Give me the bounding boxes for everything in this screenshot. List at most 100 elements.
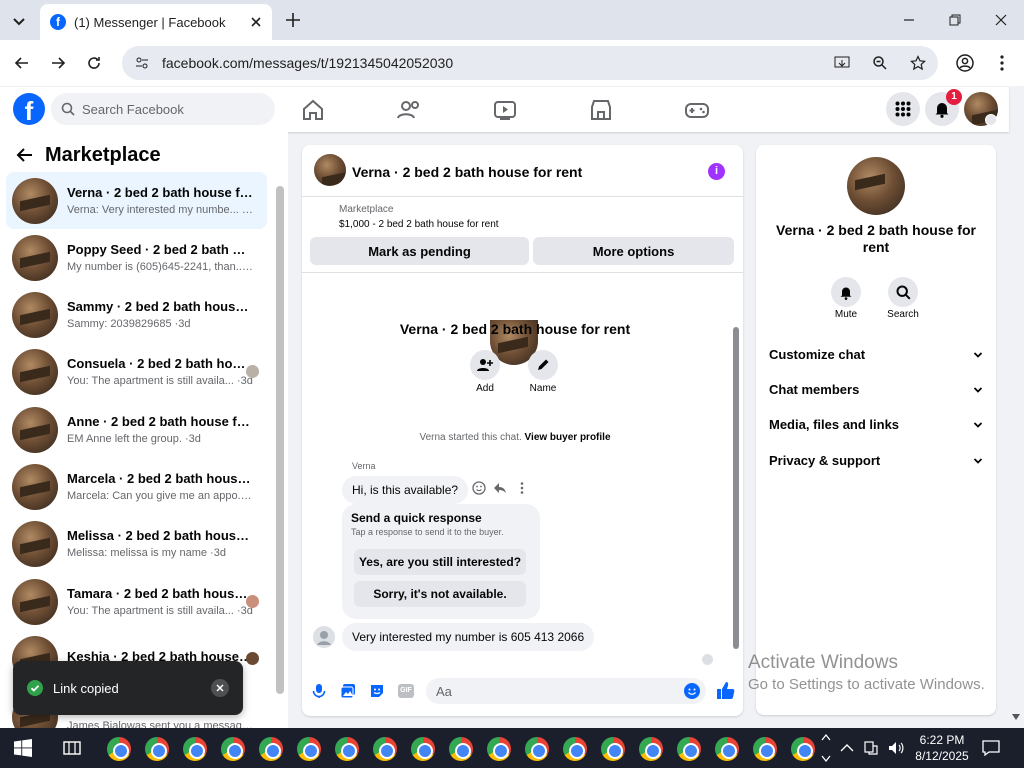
chrome-taskbar-icon[interactable] <box>297 737 321 761</box>
conversation-item[interactable]: Anne · 2 bed 2 bath house for r... EM Ann… <box>6 401 267 458</box>
menu-button[interactable] <box>886 92 920 126</box>
windows-start-icon[interactable] <box>14 739 32 757</box>
chrome-taskbar-icon[interactable] <box>335 737 359 761</box>
react-emoji-icon[interactable] <box>472 481 486 495</box>
tab-search-button[interactable] <box>8 10 30 32</box>
gaming-icon[interactable] <box>684 97 710 123</box>
conversation-item[interactable]: Sammy · 2 bed 2 bath house for... Sammy: … <box>6 286 267 343</box>
restore-window-button[interactable] <box>932 0 978 40</box>
install-app-icon[interactable] <box>834 55 850 71</box>
taskbar-scroll-arrows-icon[interactable] <box>821 731 831 765</box>
notification-center-icon[interactable] <box>982 739 1000 757</box>
message-input[interactable]: Aa <box>426 678 706 704</box>
chrome-taskbar-icon[interactable] <box>221 737 245 761</box>
page-scroll-down-icon[interactable] <box>1011 713 1021 721</box>
chrome-taskbar-icon[interactable] <box>753 737 777 761</box>
add-people-button[interactable] <box>470 350 500 380</box>
chrome-taskbar-icon[interactable] <box>449 737 473 761</box>
close-tab-icon[interactable] <box>250 16 262 28</box>
chrome-taskbar-icon[interactable] <box>715 737 739 761</box>
site-info-icon[interactable] <box>134 55 150 71</box>
search-in-chat-button[interactable] <box>888 277 918 307</box>
chrome-taskbar-icon[interactable] <box>487 737 511 761</box>
profile-avatar[interactable] <box>847 157 905 215</box>
sender-avatar[interactable] <box>313 626 335 648</box>
video-icon[interactable] <box>492 97 518 123</box>
chat-members-row[interactable]: Chat members <box>769 382 983 397</box>
chrome-taskbar-icon[interactable] <box>601 737 625 761</box>
address-bar[interactable]: facebook.com/messages/t/1921345042052030 <box>122 46 938 80</box>
sticker-icon[interactable] <box>369 683 385 699</box>
notifications-button[interactable]: 1 <box>925 89 962 126</box>
account-chevron-icon[interactable] <box>985 114 997 126</box>
show-hidden-icons-icon[interactable] <box>840 741 854 755</box>
conversation-item[interactable]: Marcela · 2 bed 2 bath house fo... Marcel… <box>6 458 267 515</box>
profile-icon[interactable] <box>956 54 974 72</box>
marketplace-icon[interactable] <box>588 97 614 123</box>
close-toast-button[interactable] <box>211 679 229 697</box>
listing-detail[interactable]: $1,000 - 2 bed 2 bath house for rent <box>339 219 499 230</box>
chrome-taskbar-icon[interactable] <box>183 737 207 761</box>
name-chat-button[interactable] <box>528 350 558 380</box>
chrome-taskbar-icon[interactable] <box>525 737 549 761</box>
message-bubble[interactable]: Very interested my number is 605 413 206… <box>342 623 595 651</box>
chat-scrollbar-thumb[interactable] <box>733 327 739 649</box>
chrome-taskbar-icon[interactable] <box>411 737 435 761</box>
mark-as-pending-button[interactable]: Mark as pending <box>310 237 529 265</box>
facebook-search-input[interactable]: Search Facebook <box>51 93 275 125</box>
conversation-name: Consuela · 2 bed 2 bath hous... <box>67 356 253 371</box>
info-icon[interactable]: i <box>708 163 725 180</box>
friends-icon[interactable] <box>396 97 422 123</box>
chat-header-title[interactable]: Verna · 2 bed 2 bath house for rent <box>352 164 582 180</box>
conversation-item[interactable]: Melissa · 2 bed 2 bath house for... Melis… <box>6 515 267 572</box>
chrome-taskbar-icon[interactable] <box>259 737 283 761</box>
more-options-button[interactable]: More options <box>533 237 734 265</box>
chrome-taskbar-icon[interactable] <box>791 737 815 761</box>
message-bubble[interactable]: Hi, is this available? <box>342 476 469 504</box>
privacy-support-row[interactable]: Privacy & support <box>769 453 983 468</box>
microphone-icon[interactable] <box>312 683 326 699</box>
conversation-item[interactable]: Verna · 2 bed 2 bath house for r... Verna… <box>6 172 267 229</box>
more-menu-icon[interactable] <box>994 54 1010 72</box>
chrome-taskbar-icon[interactable] <box>677 737 701 761</box>
chrome-taskbar-icon[interactable] <box>639 737 663 761</box>
chrome-taskbar-icon[interactable] <box>373 737 397 761</box>
chrome-taskbar-icon[interactable] <box>145 737 169 761</box>
conversation-item[interactable]: Tamara · 2 bed 2 bath house ... You: The … <box>6 573 267 630</box>
conversation-item[interactable]: Poppy Seed · 2 bed 2 bath hous... My numb… <box>6 229 267 286</box>
photo-icon[interactable] <box>340 683 356 699</box>
thumbs-up-icon[interactable] <box>716 681 735 700</box>
mute-button[interactable] <box>831 277 861 307</box>
chat-header-avatar[interactable] <box>314 154 346 186</box>
chrome-taskbar-icon[interactable] <box>563 737 587 761</box>
customize-chat-row[interactable]: Customize chat <box>769 347 983 362</box>
view-buyer-profile-link[interactable]: View buyer profile <box>525 432 611 443</box>
facebook-logo-icon[interactable]: f <box>13 93 45 126</box>
bookmark-star-icon[interactable] <box>910 55 926 71</box>
network-icon[interactable] <box>864 740 878 756</box>
forward-arrow-icon[interactable] <box>50 55 66 71</box>
new-tab-button[interactable] <box>284 11 302 29</box>
back-arrow-icon[interactable] <box>16 146 34 164</box>
volume-icon[interactable] <box>888 740 904 756</box>
system-clock[interactable]: 6:22 PM 8/12/2025 <box>910 732 974 764</box>
zoom-icon[interactable] <box>872 55 888 71</box>
conversation-item[interactable]: Consuela · 2 bed 2 bath hous... You: The … <box>6 343 267 400</box>
browser-tab-active[interactable]: f (1) Messenger | Facebook <box>40 4 272 40</box>
reply-icon[interactable] <box>493 481 507 495</box>
close-window-button[interactable] <box>978 0 1024 40</box>
media-files-links-row[interactable]: Media, files and links <box>769 417 983 432</box>
quick-reply-yes-button[interactable]: Yes, are you still interested? <box>354 549 526 575</box>
minimize-window-button[interactable] <box>886 0 932 40</box>
gif-icon[interactable]: GIF <box>398 684 414 698</box>
chrome-taskbar-icon[interactable] <box>107 737 131 761</box>
sidebar-scrollbar[interactable] <box>276 186 284 694</box>
reload-icon[interactable] <box>86 55 102 71</box>
more-actions-icon[interactable] <box>519 481 525 495</box>
chat-scroll-track[interactable] <box>733 281 739 649</box>
task-view-icon[interactable] <box>63 739 81 757</box>
home-icon[interactable] <box>300 97 326 123</box>
back-arrow-icon[interactable] <box>14 55 30 71</box>
emoji-icon[interactable] <box>684 683 700 699</box>
quick-reply-no-button[interactable]: Sorry, it's not available. <box>354 581 526 607</box>
